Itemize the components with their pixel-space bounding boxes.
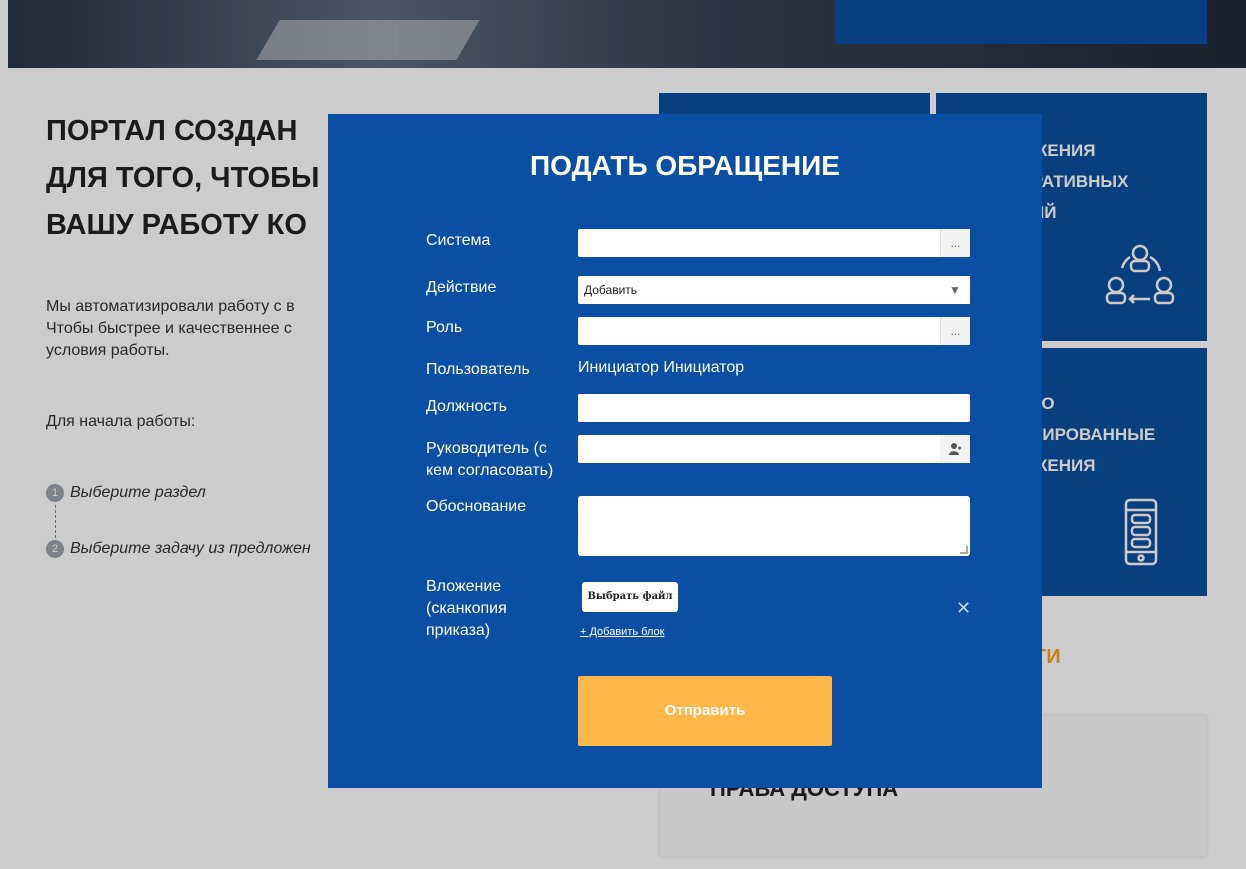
- user-search-icon[interactable]: [940, 435, 970, 463]
- manager-field[interactable]: [578, 435, 970, 463]
- choose-file-button[interactable]: Выбрать файл: [582, 582, 678, 612]
- close-icon[interactable]: ✕: [956, 598, 971, 619]
- manager-label: Руководитель (с кем согласовать): [426, 438, 553, 482]
- person-icon: [949, 443, 961, 455]
- reason-label: Обоснование: [426, 498, 527, 515]
- chevron-down-icon[interactable]: ▼: [940, 276, 970, 304]
- role-select-button[interactable]: ...: [940, 317, 970, 345]
- manager-label-line: Руководитель (с: [426, 440, 547, 457]
- reason-textarea[interactable]: [578, 496, 970, 556]
- attachment-label-line: Вложение: [426, 578, 502, 595]
- submit-button[interactable]: Отправить: [578, 676, 832, 746]
- position-label: Должность: [426, 398, 507, 415]
- user-value: Инициатор Инициатор: [578, 359, 745, 376]
- system-field[interactable]: ...: [578, 229, 970, 257]
- attachment-label-line: (сканкопия: [426, 600, 507, 617]
- role-field[interactable]: ...: [578, 317, 970, 345]
- attachment-label: Вложение (сканкопия приказа): [426, 576, 507, 642]
- user-label: Пользователь: [426, 361, 530, 378]
- action-select[interactable]: Добавить ▼: [578, 276, 970, 304]
- system-select-button[interactable]: ...: [940, 229, 970, 257]
- action-label: Действие: [426, 279, 497, 296]
- submit-request-modal: ПОДАТЬ ОБРАЩЕНИЕ Система ... Действие До…: [328, 114, 1042, 788]
- resize-handle-icon[interactable]: [960, 546, 968, 554]
- position-input[interactable]: [578, 394, 970, 422]
- add-block-link[interactable]: + Добавить блок: [580, 626, 664, 638]
- attachment-label-line: приказа): [426, 622, 491, 639]
- action-value: Добавить: [584, 283, 638, 297]
- manager-label-line: кем согласовать): [426, 462, 554, 479]
- modal-title: ПОДАТЬ ОБРАЩЕНИЕ: [530, 150, 840, 181]
- system-label: Система: [426, 232, 491, 249]
- role-label: Роль: [426, 319, 463, 336]
